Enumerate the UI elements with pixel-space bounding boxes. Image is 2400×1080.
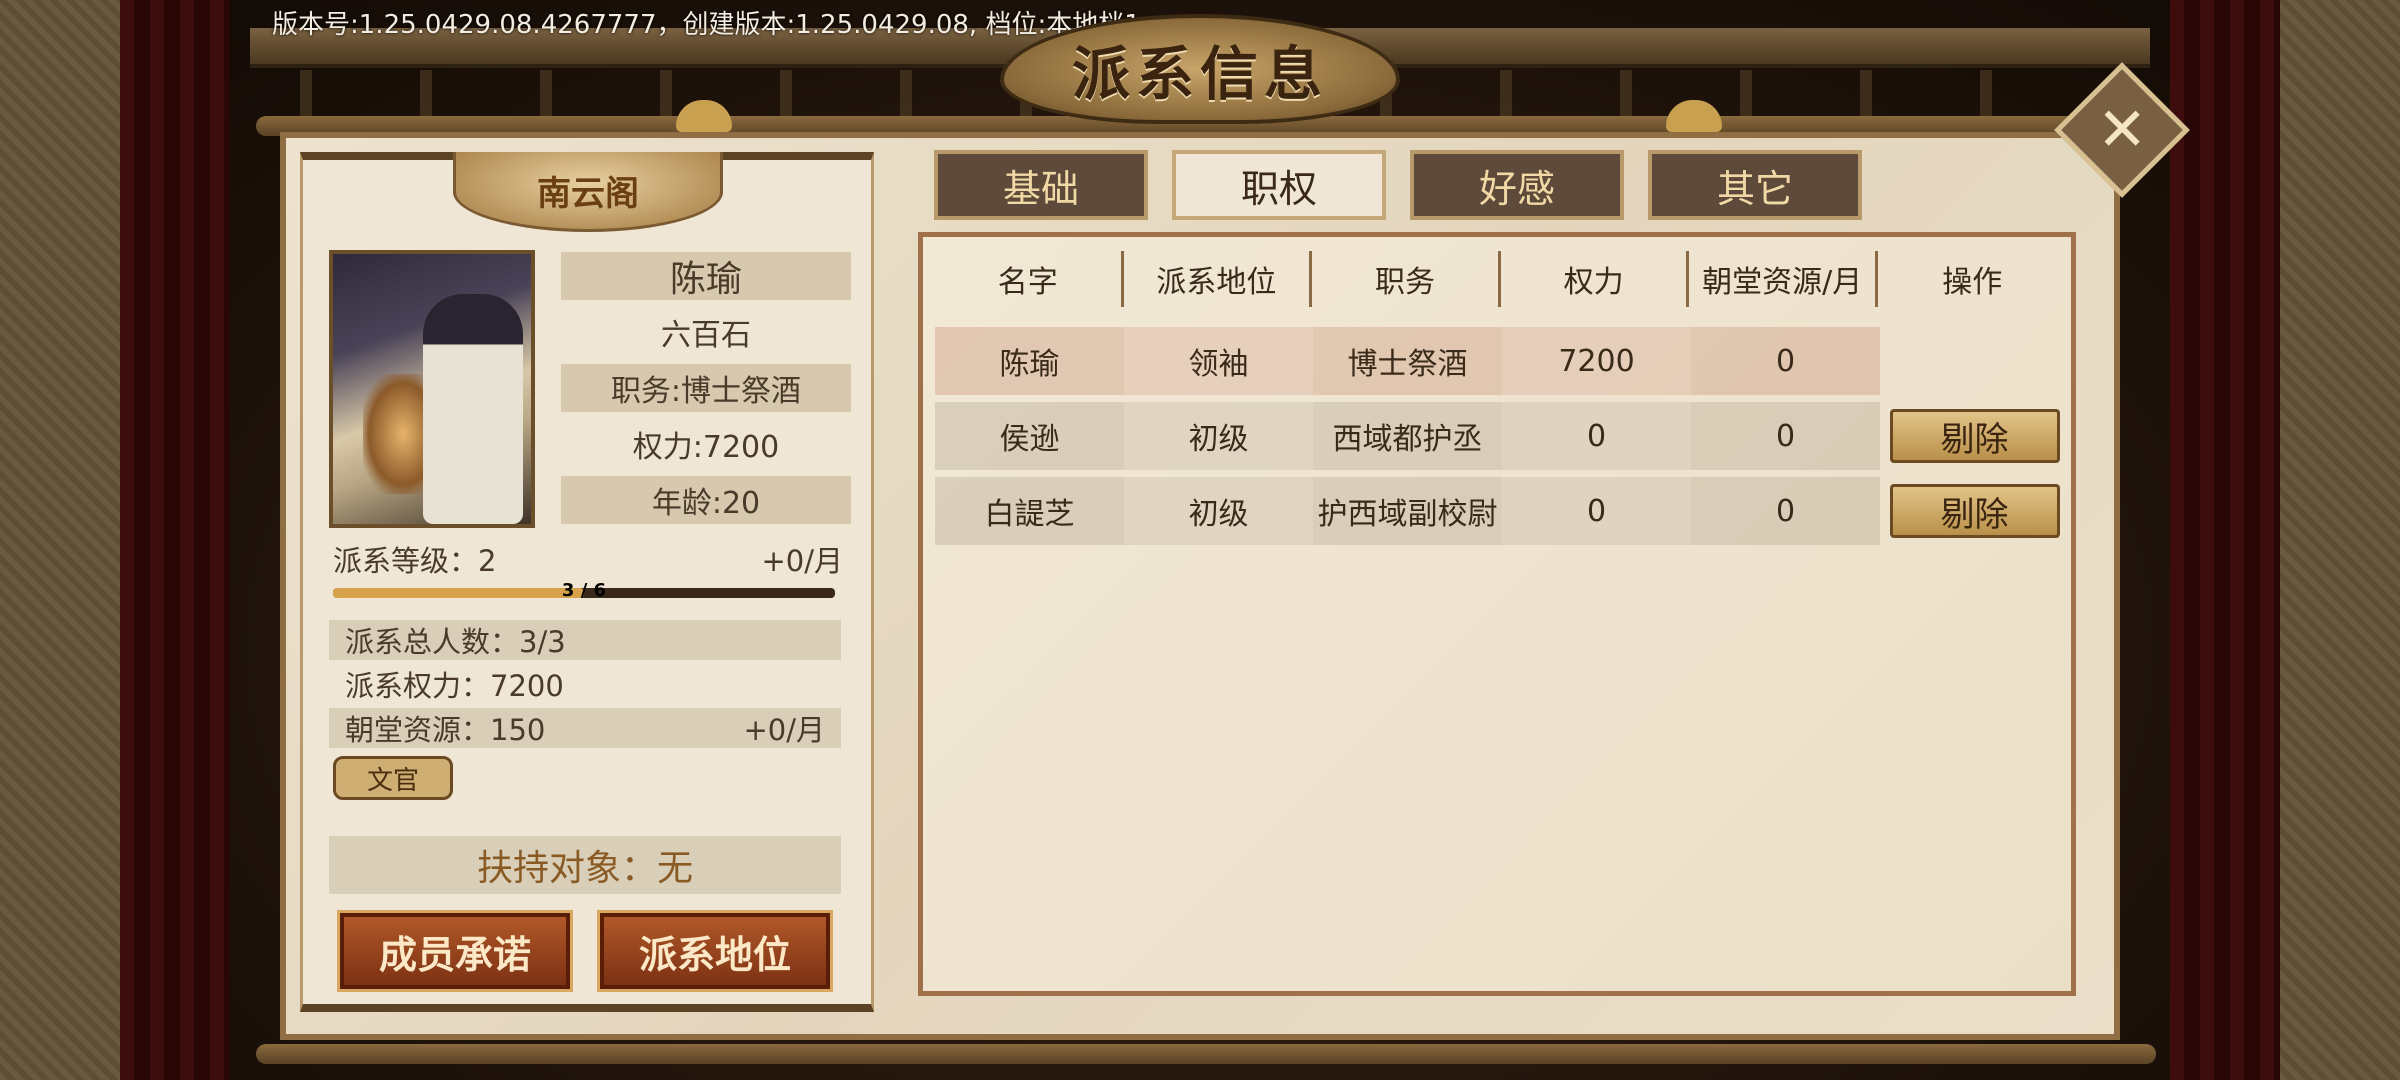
version-text: 版本号:1.25.0429.08.4267777，创建版本:1.25.0429.… — [272, 10, 1141, 40]
stat-power-text: 派系权力：7200 — [345, 669, 564, 703]
column-header-power: 权力 — [1501, 251, 1690, 307]
cell-status: 领袖 — [1124, 327, 1313, 395]
sect-name: 南云阁 — [537, 174, 639, 214]
cell-name: 白諟芝 — [935, 477, 1124, 545]
background-left-wall — [0, 0, 120, 1080]
column-header-action: 操作 — [1942, 265, 2003, 300]
support-target: 扶持对象：无 — [329, 836, 841, 894]
character-rank: 六百石 — [661, 318, 751, 353]
cell-power: 0 — [1502, 477, 1691, 545]
curtain-right — [2170, 0, 2280, 1080]
table-header: 名字 派系地位 职务 权力 朝堂资源/月 操作 — [935, 251, 2067, 307]
character-position: 职务:博士祭酒 — [561, 364, 851, 412]
cell-resource: 0 — [1691, 477, 1880, 545]
tab-authority[interactable]: 职权 — [1172, 150, 1386, 220]
cell-power: 7200 — [1502, 327, 1691, 395]
faction-status-button[interactable]: 派系地位 — [597, 910, 833, 992]
stat-power: 派系权力：7200 — [329, 664, 841, 704]
faction-level-row: 派系等级：2 +0/月 — [333, 538, 843, 580]
cell-power: 0 — [1502, 402, 1691, 470]
cell-status: 初级 — [1124, 477, 1313, 545]
stat-resource-text: 朝堂资源：150 — [345, 713, 546, 747]
column-header-resource: 朝堂资源/月 — [1689, 251, 1878, 307]
close-icon: ✕ — [2096, 95, 2148, 165]
cell-position: 护西域副校尉 — [1313, 477, 1502, 545]
table-row[interactable]: 陈瑜 领袖 博士祭酒 7200 0 — [935, 327, 2071, 395]
faction-level-rate: +0/月 — [761, 544, 843, 578]
stat-resource-rate: +0/月 — [743, 713, 825, 747]
cell-resource: 0 — [1691, 402, 1880, 470]
cell-position: 西域都护丞 — [1313, 402, 1502, 470]
cell-action: 剔除 — [1880, 402, 2069, 470]
character-power: 权力:7200 — [632, 430, 780, 465]
members-table: 名字 派系地位 职务 权力 朝堂资源/月 操作 陈瑜 领袖 博士祭酒 7200 … — [918, 232, 2076, 996]
cell-action — [1880, 327, 2069, 395]
column-header-status: 派系地位 — [1124, 251, 1313, 307]
faction-card: 南云阁 陈瑜 六百石 职务:博士祭酒 权力:7200 年龄:20 派系等级：2 … — [300, 152, 874, 1012]
member-promise-button[interactable]: 成员承诺 — [337, 910, 573, 992]
character-age: 年龄:20 — [561, 476, 851, 524]
remove-member-button[interactable]: 剔除 — [1889, 484, 2060, 538]
stat-members: 派系总人数：3/3 — [329, 620, 841, 660]
stat-resource: 朝堂资源：150 +0/月 — [329, 708, 841, 748]
portrait-figure — [423, 294, 523, 524]
stat-members-text: 派系总人数：3/3 — [345, 625, 566, 659]
tab-other[interactable]: 其它 — [1648, 150, 1862, 220]
curtain-left — [120, 0, 230, 1080]
background-right-wall — [2280, 0, 2400, 1080]
cell-position: 博士祭酒 — [1313, 327, 1502, 395]
cell-action: 剔除 — [1880, 477, 2069, 545]
cell-name: 侯逊 — [935, 402, 1124, 470]
column-header-name: 名字 — [935, 251, 1124, 307]
cell-name: 陈瑜 — [935, 327, 1124, 395]
faction-level: 派系等级：2 — [333, 544, 497, 578]
faction-type-tag[interactable]: 文官 — [333, 756, 453, 800]
table-row[interactable]: 白諟芝 初级 护西域副校尉 0 0 剔除 — [935, 477, 2071, 545]
faction-level-progress: 3 / 6 — [333, 580, 835, 601]
character-name: 陈瑜 — [561, 252, 851, 300]
scroll-rod-bottom — [256, 1044, 2156, 1064]
table-row[interactable]: 侯逊 初级 西域都护丞 0 0 剔除 — [935, 402, 2071, 470]
cell-status: 初级 — [1124, 402, 1313, 470]
character-portrait[interactable] — [329, 250, 535, 528]
tab-favor[interactable]: 好感 — [1410, 150, 1624, 220]
page-title-text: 派系信息 — [1071, 40, 1328, 108]
cell-resource: 0 — [1691, 327, 1880, 395]
column-header-position: 职务 — [1312, 251, 1501, 307]
faction-level-progress-text: 3 / 6 — [561, 580, 607, 601]
remove-member-button[interactable]: 剔除 — [1889, 409, 2060, 463]
tab-basic[interactable]: 基础 — [934, 150, 1148, 220]
sect-name-plate: 南云阁 — [453, 152, 723, 232]
